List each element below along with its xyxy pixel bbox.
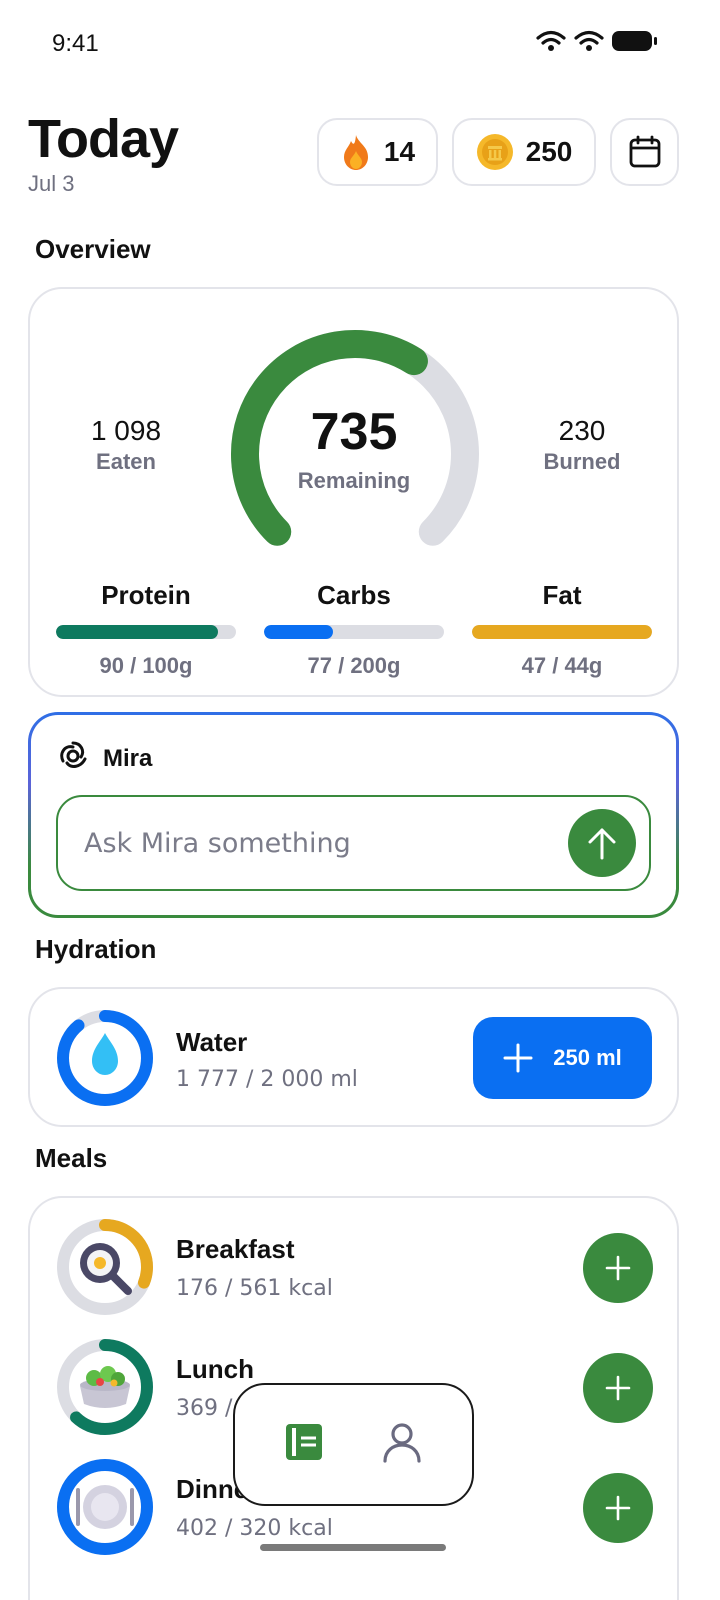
mira-logo-icon (60, 741, 87, 768)
plus-icon (605, 1375, 631, 1401)
meal-kcal: 176 / 561 kcal (176, 1276, 333, 1301)
mira-card: Mira Ask Mira something (28, 712, 679, 918)
streak-count: 14 (383, 136, 416, 167)
coins-count: 250 (525, 136, 573, 167)
remaining-value: 735 (310, 403, 398, 461)
breakfast-progress-ring (57, 1219, 153, 1315)
macro-fat-value: 47 / 44g (521, 653, 603, 678)
plus-icon (503, 1043, 533, 1073)
eaten-label: Eaten (96, 449, 156, 474)
status-icons (536, 30, 658, 52)
add-water-label: 250 ml (553, 1045, 622, 1070)
profile-icon (383, 1423, 421, 1463)
burned-label: Burned (543, 449, 621, 474)
macro-fat-name: Fat (542, 580, 582, 610)
water-title: Water (176, 1027, 248, 1057)
macro-fat-bar (472, 625, 652, 639)
meal-name: Lunch (176, 1354, 254, 1384)
macro-fat-fill (472, 625, 652, 639)
mira-input-placeholder: Ask Mira something (84, 827, 351, 859)
add-dinner-button[interactable] (583, 1473, 653, 1543)
wifi-icon (536, 30, 566, 51)
macro-carbs-bar (264, 625, 444, 639)
burned-value: 230 (558, 415, 606, 446)
hydration-card: Water 1 777 / 2 000 ml 250 ml (28, 987, 679, 1127)
mira-input[interactable]: Ask Mira something (56, 795, 651, 891)
eaten-value: 1 098 (90, 415, 162, 446)
overview-card: 1 098 Eaten 735 Remaining 230 Burned Pro… (28, 287, 679, 697)
tab-bar (233, 1383, 474, 1506)
flame-icon (343, 135, 368, 170)
meal-row-breakfast[interactable]: Breakfast 176 / 561 kcal (30, 1198, 677, 1318)
streak-badge[interactable]: 14 (317, 118, 438, 186)
plate-icon (76, 1485, 134, 1529)
page-title: Today (28, 109, 179, 169)
plus-icon (605, 1495, 631, 1521)
add-lunch-button[interactable] (583, 1353, 653, 1423)
send-button[interactable] (568, 809, 636, 877)
diary-icon (285, 1424, 322, 1460)
macro-protein-bar (56, 625, 236, 639)
home-indicator (260, 1544, 446, 1551)
section-title-overview: Overview (35, 234, 151, 264)
macro-carbs-fill (264, 625, 334, 639)
macro-carbs-value: 77 / 200g (307, 653, 401, 678)
coin-icon (476, 134, 513, 170)
add-water-button[interactable]: 250 ml (473, 1017, 652, 1099)
tab-diary[interactable] (284, 1422, 324, 1467)
macro-protein-fill (56, 625, 218, 639)
battery-icon (612, 31, 657, 51)
status-time: 9:41 (52, 30, 99, 57)
plus-icon (605, 1255, 631, 1281)
section-title-meals: Meals (35, 1143, 108, 1173)
calendar-button[interactable] (610, 118, 679, 186)
section-title-hydration: Hydration (35, 934, 157, 964)
add-breakfast-button[interactable] (583, 1233, 653, 1303)
meal-kcal: 402 / 320 kcal (176, 1516, 333, 1541)
tab-profile[interactable] (381, 1421, 423, 1468)
macro-protein-value: 90 / 100g (99, 653, 193, 678)
page-date: Jul 3 (28, 171, 75, 196)
frying-pan-icon (80, 1243, 132, 1295)
remaining-label: Remaining (297, 468, 411, 493)
meal-name: Breakfast (176, 1234, 295, 1264)
macro-carbs-name: Carbs (317, 580, 391, 610)
water-drop-icon (92, 1033, 118, 1075)
water-value: 1 777 / 2 000 ml (176, 1067, 358, 1092)
calendar-icon (629, 135, 660, 168)
arrow-up-icon (588, 828, 616, 860)
water-progress-ring (57, 1010, 153, 1106)
dinner-progress-ring (57, 1459, 153, 1555)
macro-protein-name: Protein (101, 580, 191, 610)
coins-badge[interactable]: 250 (452, 118, 596, 186)
mira-name: Mira (103, 745, 153, 772)
lunch-progress-ring (57, 1339, 153, 1435)
wifi-icon (574, 30, 604, 51)
salad-bowl-icon (80, 1366, 130, 1408)
